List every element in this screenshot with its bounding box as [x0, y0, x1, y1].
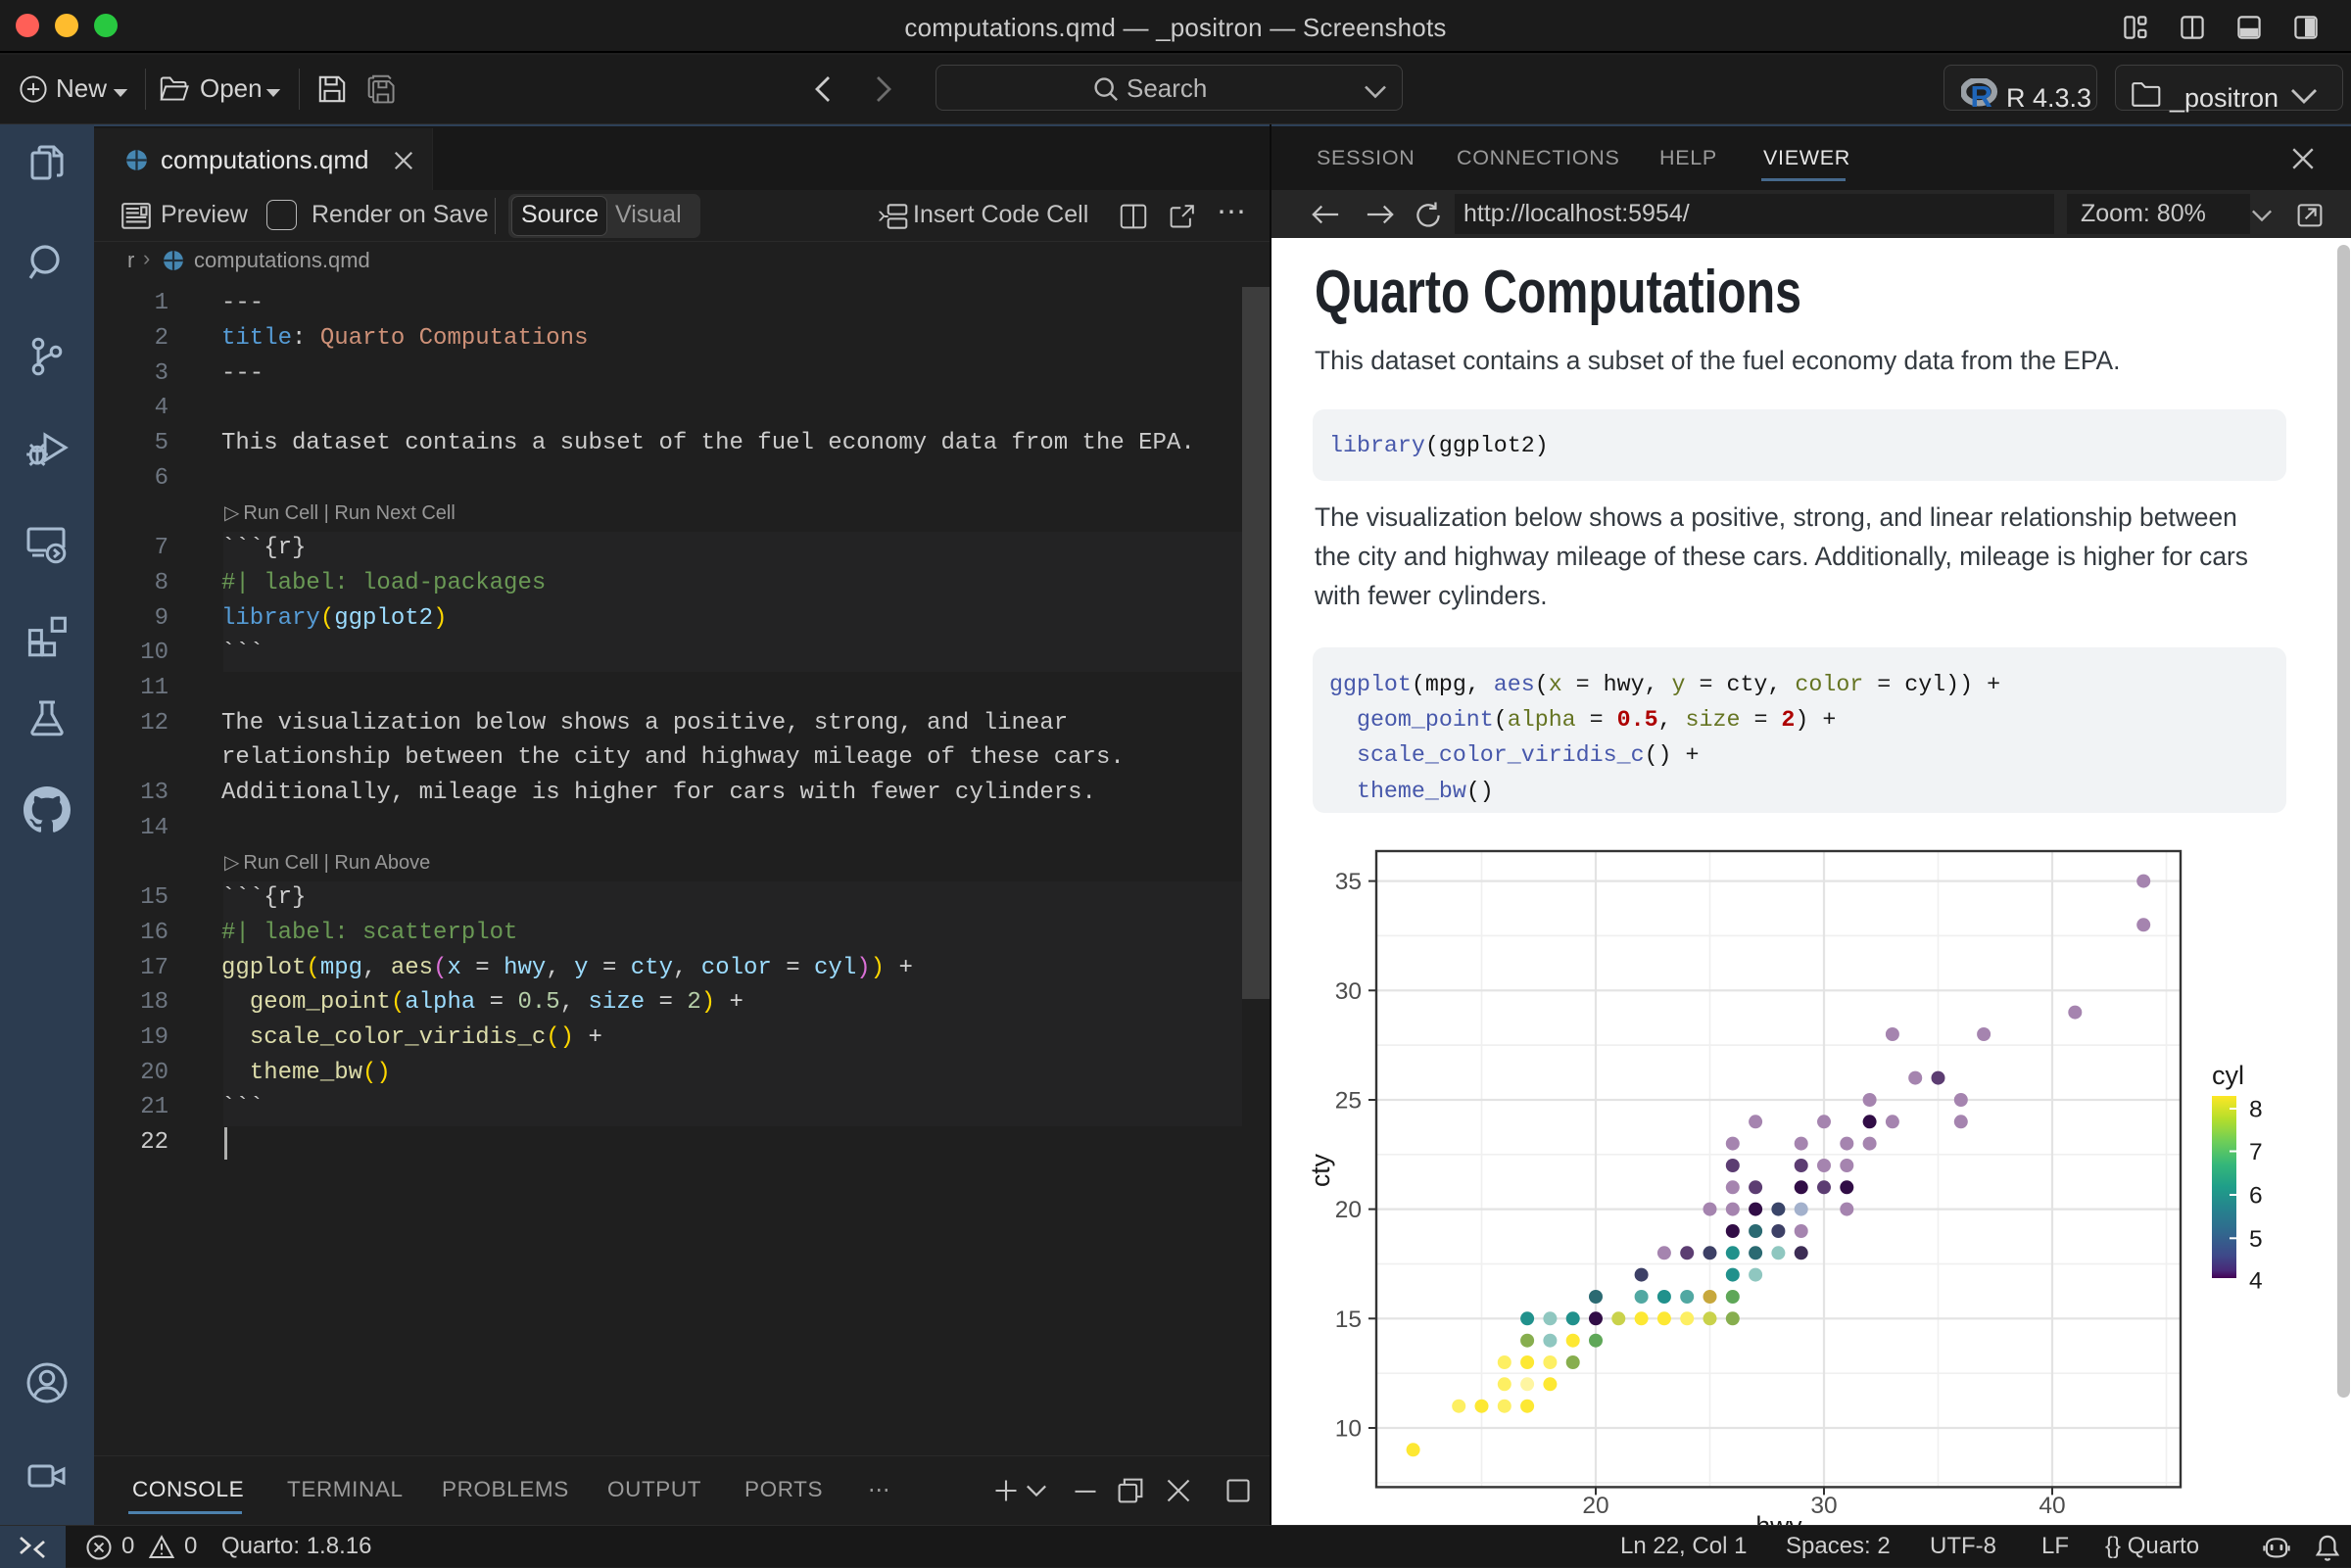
svg-text:7: 7 [2249, 1139, 2263, 1165]
svg-text:25: 25 [1335, 1088, 1362, 1115]
svg-text:6: 6 [2249, 1183, 2263, 1210]
svg-text:R: R [1971, 79, 1992, 109]
svg-text:20: 20 [1335, 1197, 1362, 1223]
svg-text:40: 40 [2039, 1493, 2065, 1519]
svg-text:30: 30 [1810, 1493, 1837, 1519]
svg-text:35: 35 [1335, 869, 1362, 895]
svg-text:30: 30 [1335, 978, 1362, 1005]
svg-text:hwy: hwy [1755, 1511, 1802, 1525]
svg-text:8: 8 [2249, 1097, 2263, 1123]
svg-text:5: 5 [2249, 1226, 2263, 1253]
svg-text:4: 4 [2249, 1268, 2263, 1295]
svg-text:10: 10 [1335, 1416, 1362, 1443]
svg-text:20: 20 [1582, 1493, 1608, 1519]
svg-text:cyl: cyl [2212, 1061, 2244, 1090]
svg-text:15: 15 [1335, 1307, 1362, 1333]
svg-text:cty: cty [1306, 1153, 1335, 1187]
